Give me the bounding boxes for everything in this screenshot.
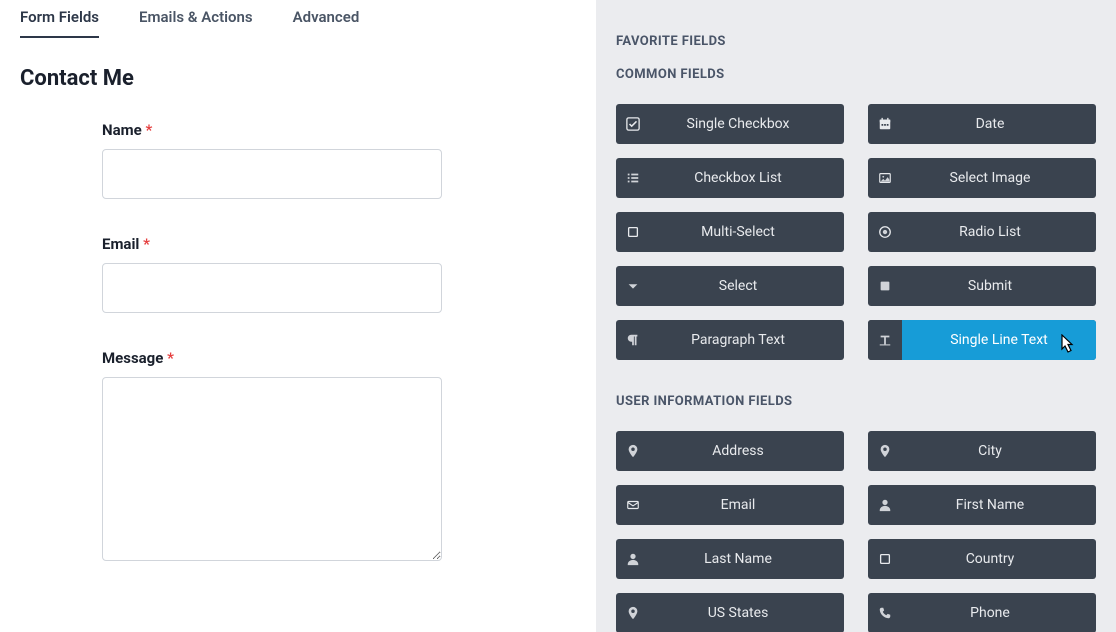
label-email: Email * (102, 235, 446, 253)
checkbox-checked-icon (616, 117, 650, 131)
field-button-multi-select[interactable]: Multi-Select (616, 212, 844, 252)
tab-form-fields[interactable]: Form Fields (20, 8, 99, 38)
userinfo-fields-grid: Address City Email First Name Last Name Count… (616, 431, 1096, 632)
square-icon (616, 225, 650, 239)
section-common-title: COMMON FIELDS (616, 67, 1096, 82)
field-button-first-name[interactable]: First Name (868, 485, 1096, 525)
field-button-last-name[interactable]: Last Name (616, 539, 844, 579)
field-button-checkbox-list[interactable]: Checkbox List (616, 158, 844, 198)
field-email: Email * (102, 235, 446, 313)
field-button-label: Select Image (902, 170, 1096, 186)
required-marker: * (143, 235, 150, 253)
field-button-label: Phone (902, 605, 1096, 621)
required-marker: * (167, 349, 174, 367)
field-button-label: Checkbox List (650, 170, 844, 186)
phone-icon (868, 606, 902, 620)
label-name: Name * (102, 121, 446, 139)
tabs: Form Fields Emails & Actions Advanced (20, 0, 576, 38)
field-button-single-checkbox[interactable]: Single Checkbox (616, 104, 844, 144)
field-button-phone[interactable]: Phone (868, 593, 1096, 632)
field-button-label: Single Checkbox (650, 116, 844, 132)
field-button-label: Submit (902, 278, 1096, 294)
field-button-label: First Name (902, 497, 1096, 513)
message-input[interactable] (102, 377, 442, 561)
field-button-label: Select (650, 278, 844, 294)
paragraph-icon (616, 333, 650, 347)
section-favorite-title: FAVORITE FIELDS (616, 34, 1096, 49)
field-button-label: Date (902, 116, 1096, 132)
form-body: Name * Email * Message * (20, 121, 576, 565)
section-userinfo-title: USER INFORMATION FIELDS (616, 394, 1096, 409)
field-button-label: Radio List (902, 224, 1096, 240)
pin-icon (616, 444, 650, 458)
field-button-label: Last Name (650, 551, 844, 567)
pin-icon (616, 606, 650, 620)
form-title: Contact Me (20, 66, 576, 91)
tab-emails-actions[interactable]: Emails & Actions (139, 8, 253, 38)
field-button-us-states[interactable]: US States (616, 593, 844, 632)
field-button-label: Multi-Select (650, 224, 844, 240)
left-panel: Form Fields Emails & Actions Advanced Co… (0, 0, 596, 632)
envelope-icon (616, 498, 650, 512)
tab-advanced[interactable]: Advanced (293, 8, 360, 38)
field-button-paragraph-text[interactable]: Paragraph Text (616, 320, 844, 360)
name-input[interactable] (102, 149, 442, 199)
field-button-label: Country (902, 551, 1096, 567)
right-panel: FAVORITE FIELDS COMMON FIELDS Single Che… (596, 0, 1116, 632)
field-button-select[interactable]: Select (616, 266, 844, 306)
field-button-label: Email (650, 497, 844, 513)
user-icon (616, 552, 650, 566)
list-icon (616, 171, 650, 185)
field-button-city[interactable]: City (868, 431, 1096, 471)
required-marker: * (145, 121, 152, 139)
field-button-label: Address (650, 443, 844, 459)
field-button-label: Paragraph Text (650, 332, 844, 348)
field-button-select-image[interactable]: Select Image (868, 158, 1096, 198)
square-icon (868, 552, 902, 566)
field-button-email[interactable]: Email (616, 485, 844, 525)
square-filled-icon (868, 279, 902, 293)
field-button-country[interactable]: Country (868, 539, 1096, 579)
calendar-icon (868, 117, 902, 131)
text-icon (868, 320, 902, 360)
label-message: Message * (102, 349, 446, 367)
field-message: Message * (102, 349, 446, 565)
field-button-label: US States (650, 605, 844, 621)
radio-icon (868, 225, 902, 239)
user-icon (868, 498, 902, 512)
field-button-radio-list[interactable]: Radio List (868, 212, 1096, 252)
field-button-address[interactable]: Address (616, 431, 844, 471)
image-icon (868, 171, 902, 185)
pin-icon (868, 444, 902, 458)
chevron-down-icon (616, 279, 650, 293)
field-button-label: City (902, 443, 1096, 459)
field-button-single-line-text[interactable]: Single Line Text (868, 320, 1096, 360)
field-button-label: Single Line Text (902, 320, 1096, 360)
common-fields-grid: Single Checkbox Date Checkbox List Select I… (616, 104, 1096, 360)
field-name: Name * (102, 121, 446, 199)
email-input[interactable] (102, 263, 442, 313)
field-button-submit[interactable]: Submit (868, 266, 1096, 306)
field-button-date[interactable]: Date (868, 104, 1096, 144)
